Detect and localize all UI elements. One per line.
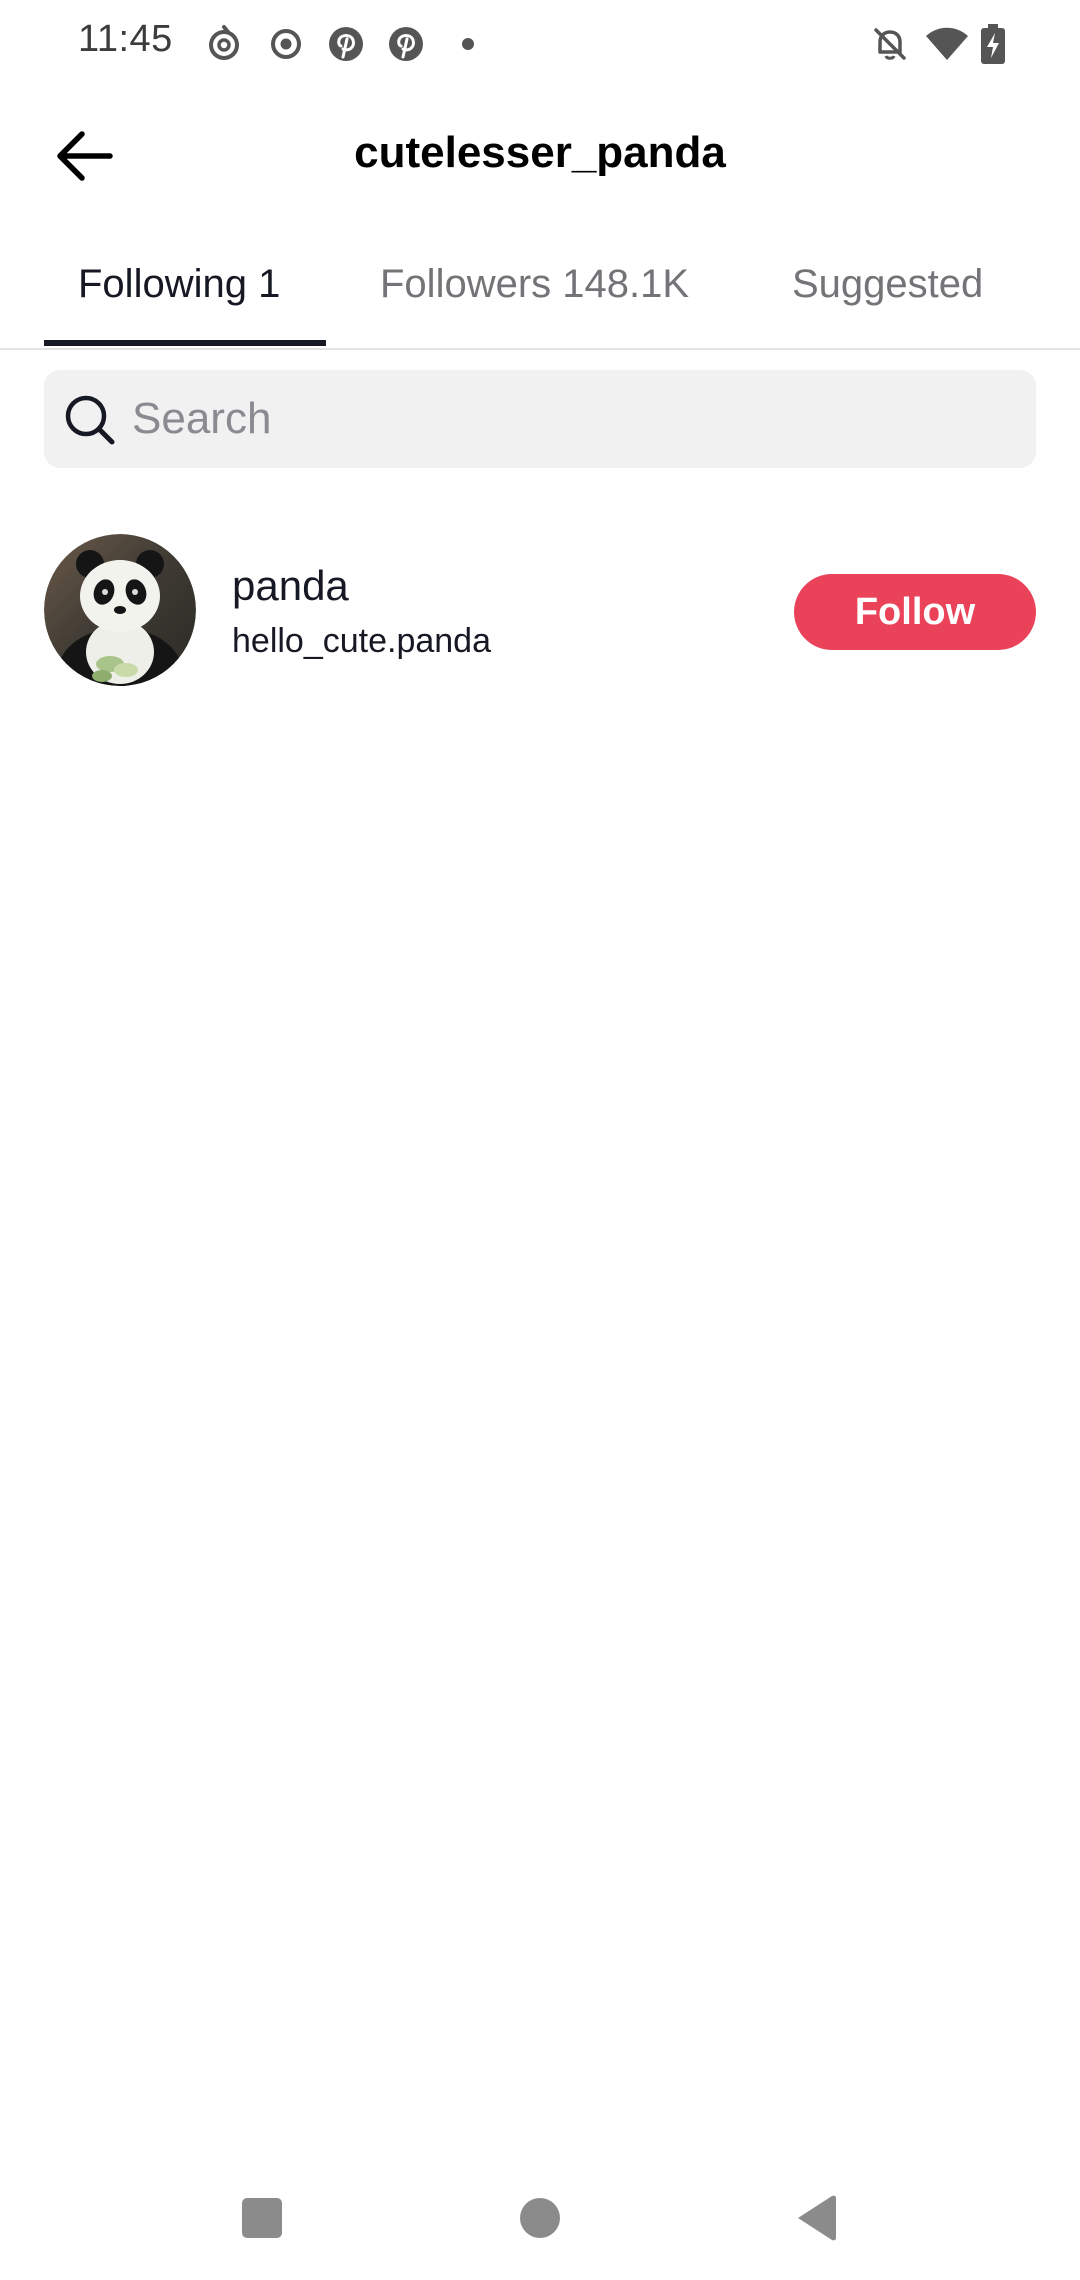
recents-square-icon[interactable] [232,2188,292,2248]
tab-followers[interactable]: Followers 148.1K [380,262,689,307]
search-icon [65,395,115,445]
active-tab-indicator [44,340,326,346]
search-bar[interactable] [44,370,1036,468]
back-triangle-icon[interactable] [786,2188,846,2248]
pinterest-icon [329,27,363,61]
page-title: cutelesser_panda [354,128,726,177]
search-input[interactable] [132,370,1012,468]
pinterest-icon [389,27,423,61]
notifications-off-icon [874,28,906,60]
tab-following[interactable]: Following 1 [78,262,280,307]
user-name[interactable]: panda [232,562,349,610]
follow-button[interactable]: Follow [794,574,1036,650]
following-screen: 11:45 cutelesser_panda Following 1 Follo… [0,0,1080,2280]
status-bar: 11:45 [0,0,1080,88]
record-icon [271,29,301,59]
battery-charging-icon [981,24,1005,64]
wifi-icon [926,27,968,60]
tab-bar: Following 1 Followers 148.1K Suggested [0,240,1080,350]
header: cutelesser_panda [0,88,1080,220]
dot-icon [462,38,474,50]
netease-music-icon [209,25,239,60]
user-handle[interactable]: hello_cute.panda [232,622,491,661]
tab-suggested[interactable]: Suggested [792,262,983,307]
user-list-item[interactable]: panda hello_cute.panda Follow [0,530,1080,690]
home-circle-icon[interactable] [510,2188,570,2248]
avatar[interactable] [44,534,196,686]
system-nav-bar [0,2160,1080,2280]
status-time: 11:45 [78,18,173,60]
